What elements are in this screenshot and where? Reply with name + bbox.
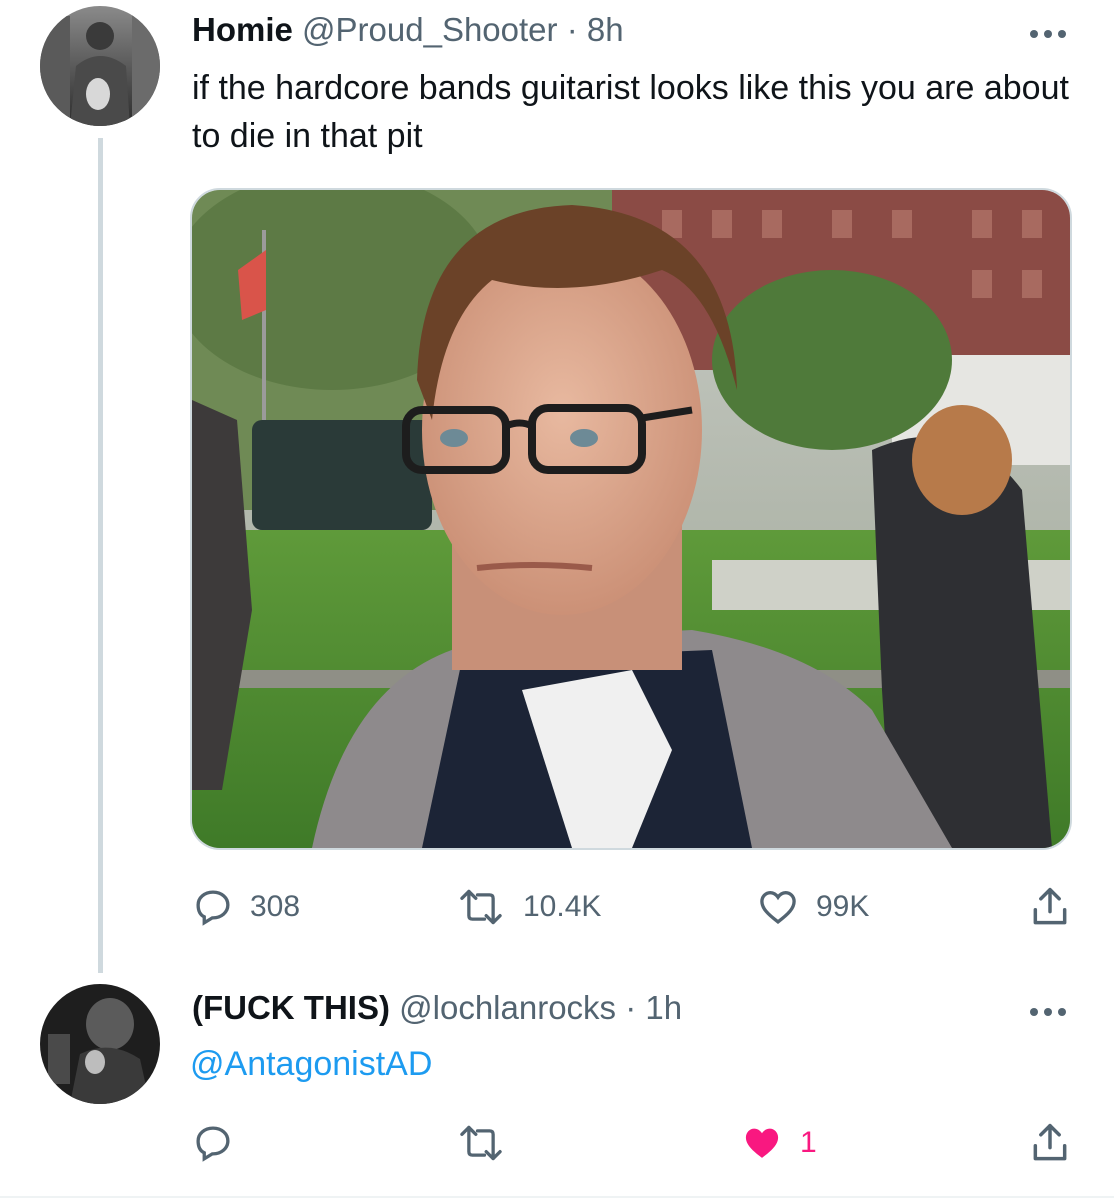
timestamp[interactable]: 8h	[587, 11, 624, 48]
share-icon	[1033, 887, 1067, 925]
share-icon	[1033, 1123, 1067, 1161]
avatar[interactable]	[40, 984, 160, 1104]
reply-bubble-icon	[196, 1126, 230, 1162]
retweet-button[interactable]: 10.4K	[455, 886, 601, 928]
user-avatar-photo-icon	[40, 6, 160, 126]
like-count: 99K	[816, 890, 870, 923]
tweet-media[interactable]	[190, 188, 1072, 850]
retweet-button[interactable]	[455, 1122, 523, 1164]
reply-button[interactable]: 308	[192, 886, 300, 928]
like-button[interactable]: 99K	[756, 886, 869, 928]
avatar[interactable]	[40, 6, 160, 126]
reply-bubble-icon	[196, 890, 230, 926]
retweet-icon	[460, 1125, 502, 1161]
retweet-icon	[460, 889, 502, 925]
reply-button[interactable]	[192, 1122, 250, 1164]
more-options-icon[interactable]	[1030, 28, 1074, 40]
heart-filled-icon	[745, 1128, 779, 1158]
like-button[interactable]: 1	[740, 1122, 817, 1164]
retweet-count: 10.4K	[523, 890, 602, 923]
share-button[interactable]	[1028, 884, 1072, 930]
display-name[interactable]: (FUCK THIS)	[192, 989, 390, 1026]
reply-count: 308	[250, 890, 301, 923]
timestamp[interactable]: 1h	[645, 989, 682, 1026]
more-options-icon[interactable]	[1030, 1006, 1074, 1018]
user-handle[interactable]: @lochlanrocks	[399, 989, 616, 1026]
reply-header: (FUCK THIS) @lochlanrocks · 1h	[192, 988, 682, 1028]
tweet-header: Homie @Proud_Shooter · 8h	[192, 10, 624, 50]
separator-dot: ·	[625, 989, 637, 1026]
share-button[interactable]	[1028, 1120, 1072, 1166]
user-avatar-photo-icon	[40, 984, 160, 1104]
thread-connector-line	[98, 138, 103, 973]
separator-dot: ·	[566, 11, 578, 48]
divider	[0, 1196, 1114, 1198]
display-name[interactable]: Homie	[192, 11, 293, 48]
gif-photo-icon	[192, 190, 1070, 848]
mention-link[interactable]: @AntagonistAD	[190, 1040, 432, 1088]
heart-outline-icon	[760, 890, 796, 924]
tweet-text: if the hardcore bands guitarist looks li…	[192, 69, 1069, 155]
like-count: 1	[800, 1126, 817, 1159]
user-handle[interactable]: @Proud_Shooter	[302, 11, 558, 48]
